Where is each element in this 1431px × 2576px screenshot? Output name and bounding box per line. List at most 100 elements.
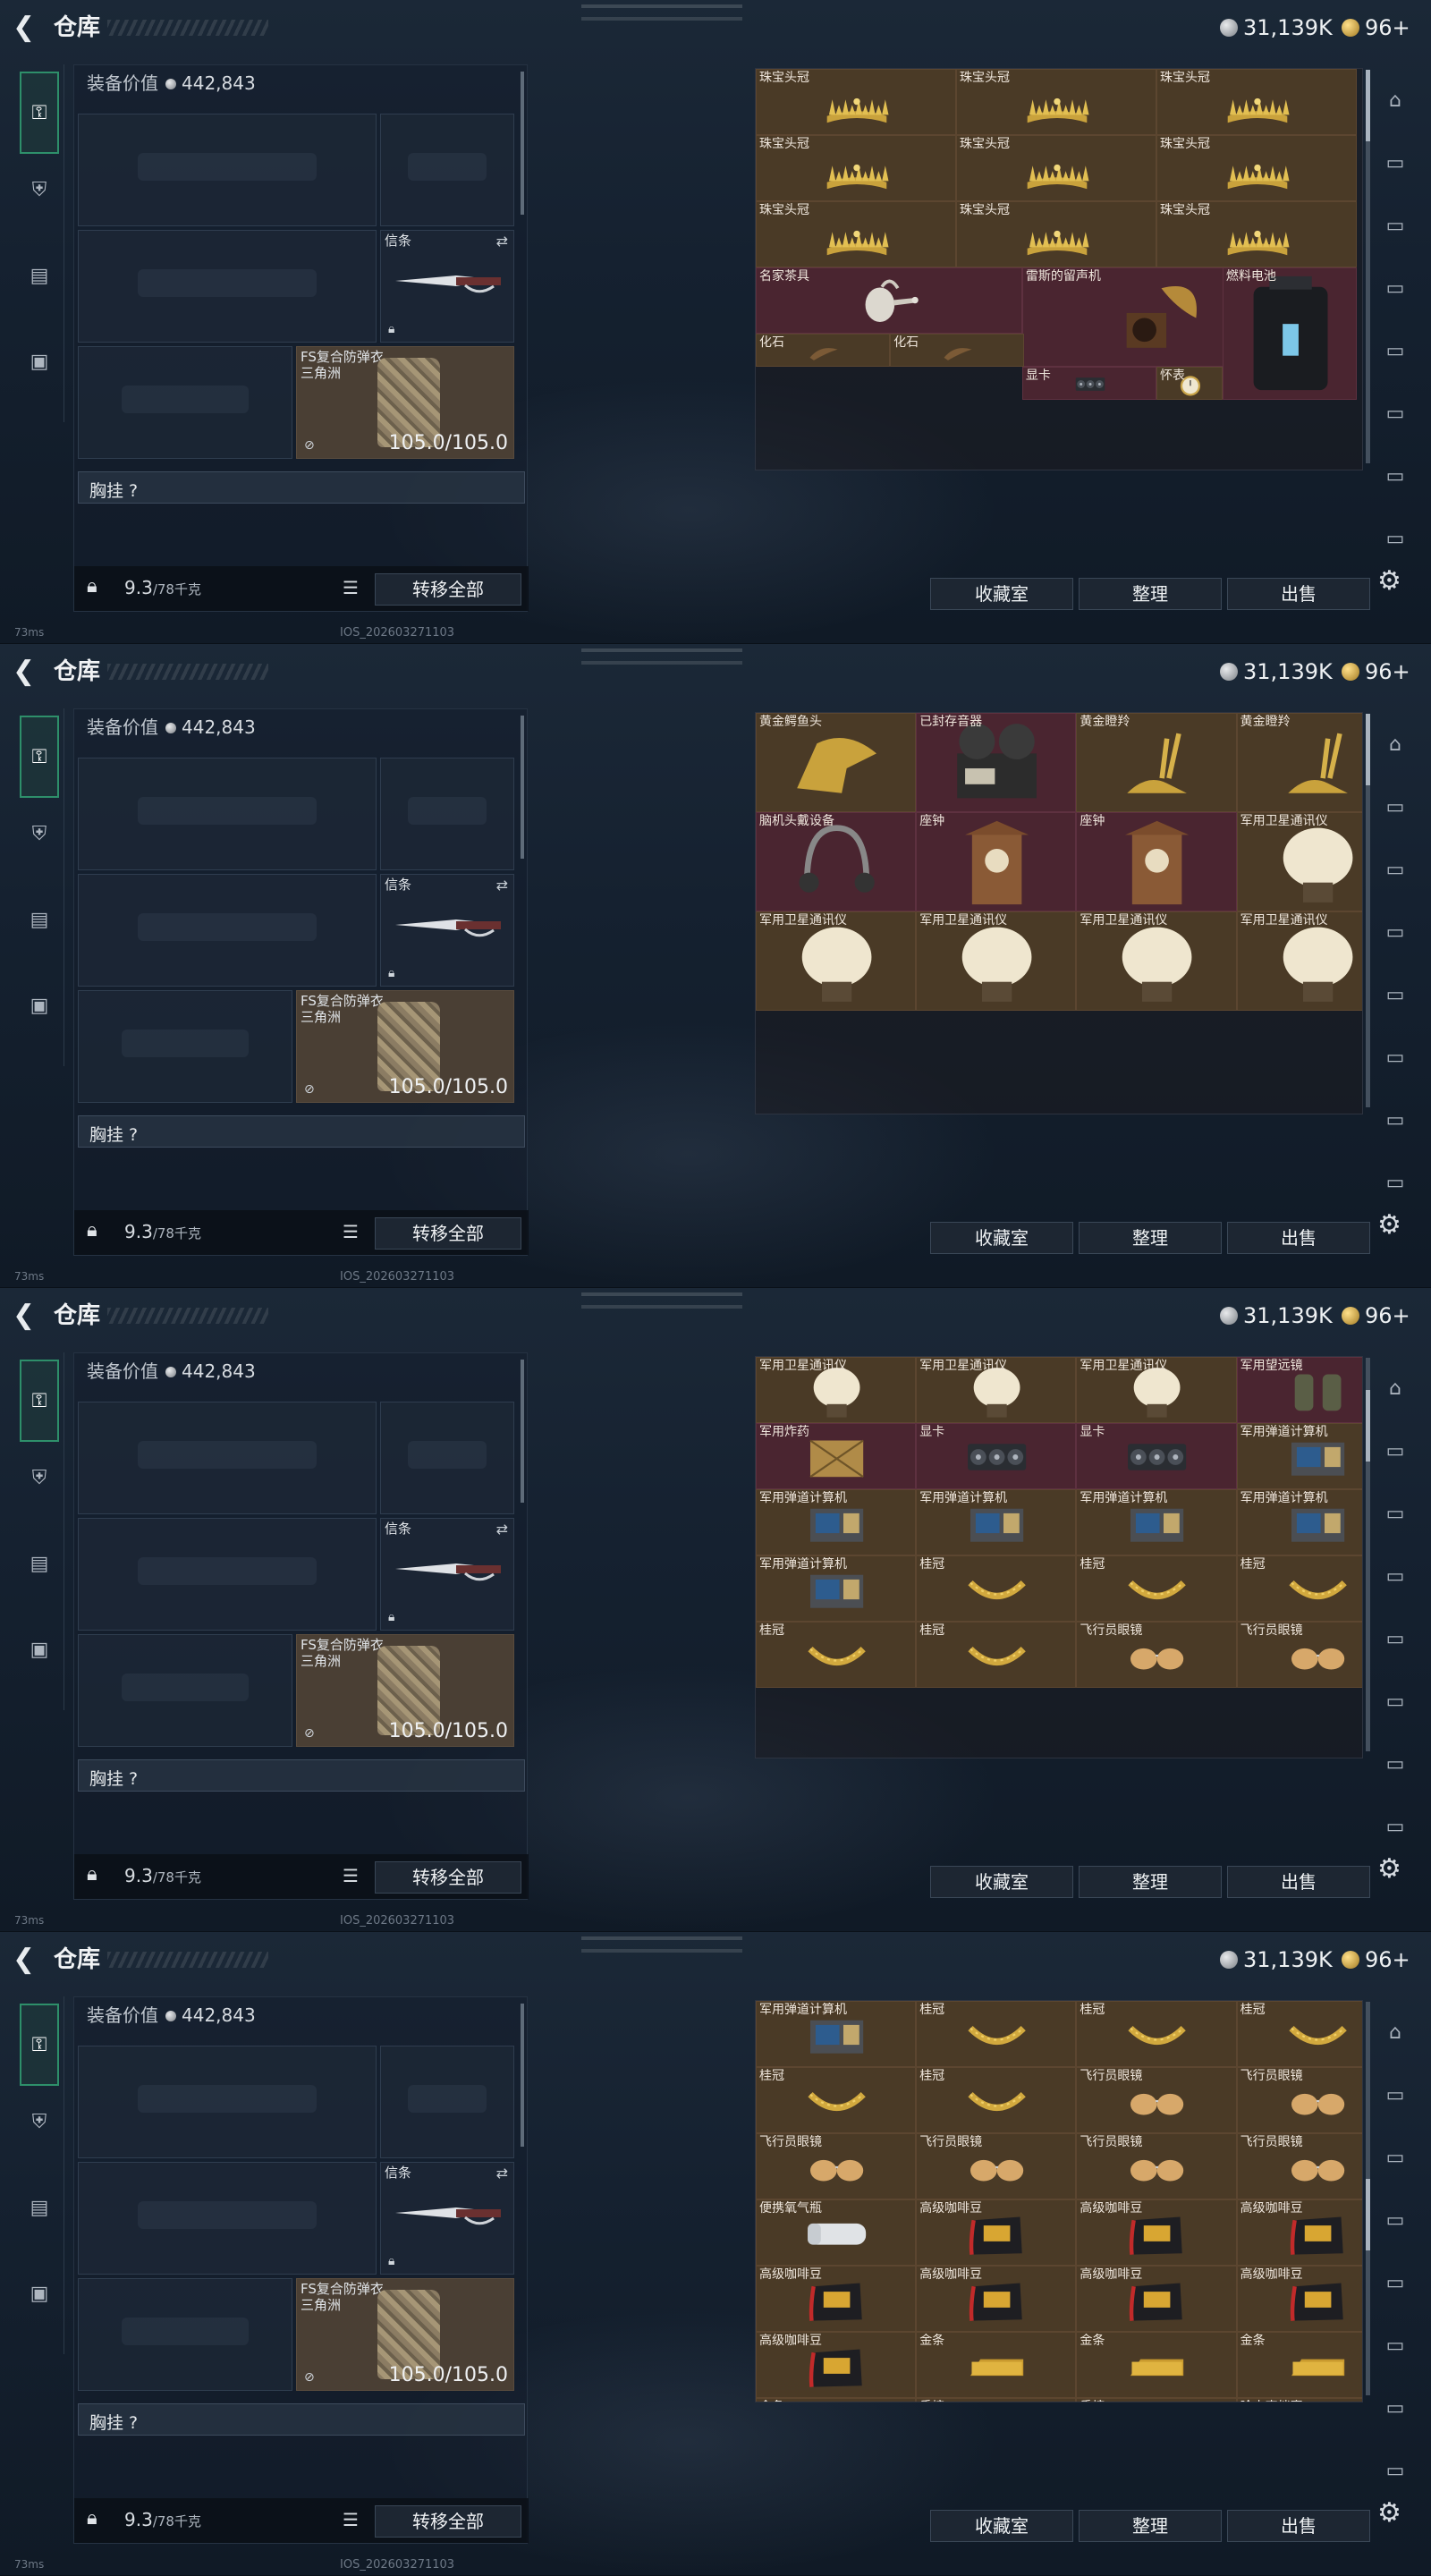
tab-6-icon[interactable]: ▭ [1377, 2390, 1413, 2426]
inventory-item[interactable]: 飞行员眼镜 [1236, 2067, 1362, 2133]
inventory-item[interactable]: 桂冠 [1076, 1555, 1237, 1622]
nav-weapon-icon[interactable]: ⚿ [20, 2004, 59, 2086]
tab-2-icon[interactable]: ▭ [1377, 2140, 1413, 2175]
list-icon[interactable]: ☰ [343, 1221, 359, 1242]
list-icon[interactable]: ☰ [343, 1865, 359, 1886]
tab-5-icon[interactable]: ▭ [1377, 1039, 1413, 1075]
nav-weapon-icon[interactable]: ⚿ [20, 716, 59, 798]
sort-button[interactable]: 整理 [1079, 1866, 1222, 1898]
transfer-all-button[interactable]: 转移全部 [375, 1861, 521, 1894]
secondary-weapon-slot[interactable] [78, 874, 377, 987]
inventory-item[interactable]: 军用弹道计算机 [756, 2001, 917, 2067]
inventory-item[interactable]: 座钟 [916, 812, 1077, 911]
nav-weapon-icon[interactable]: ⚿ [20, 72, 59, 154]
primary-weapon-slot[interactable] [78, 114, 377, 226]
tab-7-icon[interactable]: ▭ [1377, 521, 1413, 556]
tab-5-icon[interactable]: ▭ [1377, 2327, 1413, 2363]
inventory-item[interactable]: 飞行员眼镜 [756, 2133, 917, 2199]
primary-weapon-slot[interactable] [78, 758, 377, 870]
inventory-item[interactable]: 金条 [756, 2398, 917, 2402]
inventory-item[interactable]: 飞行员眼镜 [1076, 1622, 1237, 1688]
inventory-item[interactable]: 军用卫星通讯仪 [916, 1357, 1077, 1423]
sell-button[interactable]: 出售 [1227, 1866, 1370, 1898]
inventory-item[interactable]: 军用弹道计算机 [1236, 1423, 1362, 1489]
inventory-item[interactable]: 显卡 [1076, 1423, 1237, 1489]
melee-slot[interactable]: 信条 ⇄ 🔒︎ [380, 874, 514, 987]
tab-5-icon[interactable]: ▭ [1377, 1683, 1413, 1719]
collection-button[interactable]: 收藏室 [930, 578, 1073, 610]
inventory-item[interactable]: 军用弹道计算机 [756, 1489, 917, 1555]
inventory-scroll-thumb[interactable] [1366, 714, 1370, 785]
tab-1-icon[interactable]: ▭ [1377, 789, 1413, 825]
tab-3-icon[interactable]: ▭ [1377, 2202, 1413, 2238]
inventory-item[interactable]: 桂冠 [756, 1622, 917, 1688]
tab-3-icon[interactable]: ▭ [1377, 270, 1413, 306]
tab-7-icon[interactable]: ▭ [1377, 1809, 1413, 1844]
tab-2-icon[interactable]: ▭ [1377, 1496, 1413, 1531]
vault-icon[interactable]: ⌂ [1377, 1370, 1413, 1406]
vault-icon[interactable]: ⌂ [1377, 82, 1413, 118]
vault-icon[interactable]: ⌂ [1377, 2014, 1413, 2050]
tab-6-icon[interactable]: ▭ [1377, 1102, 1413, 1138]
primary-weapon-slot[interactable] [78, 2046, 377, 2158]
inventory-item[interactable]: 哈夫克档案 [1236, 2398, 1362, 2402]
chest-rig-slot[interactable]: 胸挂 ? [78, 1115, 525, 1148]
inventory-item[interactable]: 高级咖啡豆 [1076, 2199, 1237, 2266]
gold-currency[interactable]: 96+ [1342, 1946, 1410, 1973]
helmet-slot[interactable] [78, 2278, 292, 2391]
inventory-item[interactable]: 怀表 [1156, 367, 1223, 400]
list-icon[interactable]: ☰ [343, 577, 359, 598]
tab-3-icon[interactable]: ▭ [1377, 914, 1413, 950]
collection-button[interactable]: 收藏室 [930, 2510, 1073, 2542]
melee-slot[interactable]: 信条 ⇄ 🔒︎ [380, 2162, 514, 2275]
sidearm-slot[interactable] [380, 2046, 514, 2158]
nav-armor-icon[interactable]: ⛨ [20, 814, 59, 853]
tab-4-icon[interactable]: ▭ [1377, 2265, 1413, 2301]
tab-1-icon[interactable]: ▭ [1377, 1433, 1413, 1469]
inventory-item[interactable]: 脑机头戴设备 [756, 812, 917, 911]
swap-icon[interactable]: ⇄ [496, 877, 508, 894]
sort-button[interactable]: 整理 [1079, 578, 1222, 610]
inventory-item[interactable]: 珠宝头冠 [956, 69, 1156, 135]
primary-weapon-slot[interactable] [78, 1402, 377, 1514]
inventory-scrollbar[interactable] [1366, 70, 1370, 463]
inventory-item[interactable]: 飞行员眼镜 [1076, 2133, 1237, 2199]
inventory-item[interactable]: 金条 [1076, 2332, 1237, 2398]
inventory-item[interactable]: 军用弹道计算机 [1076, 1489, 1237, 1555]
inventory-scroll-thumb[interactable] [1366, 2179, 1370, 2250]
tab-3-icon[interactable]: ▭ [1377, 1558, 1413, 1594]
tab-1-icon[interactable]: ▭ [1377, 145, 1413, 181]
armor-slot[interactable]: FS复合防弹衣 三角洲 ⊘ 105.0/105.0 [296, 346, 514, 459]
inventory-item[interactable]: 军用卫星通讯仪 [1236, 911, 1362, 1011]
inventory-item[interactable]: 高级咖啡豆 [1236, 2266, 1362, 2332]
gear-icon[interactable]: ⚙ [1377, 1853, 1401, 1885]
inventory-scroll-thumb[interactable] [1366, 1390, 1370, 1462]
inventory-item[interactable]: 显卡 [916, 1423, 1077, 1489]
tab-6-icon[interactable]: ▭ [1377, 458, 1413, 494]
nav-armor-icon[interactable]: ⛨ [20, 170, 59, 209]
tab-2-icon[interactable]: ▭ [1377, 208, 1413, 243]
inventory-item[interactable]: 黄金瞪羚 [1236, 713, 1362, 812]
nav-case-icon[interactable]: ▣ [20, 2274, 59, 2313]
inventory-item[interactable]: 珠宝头冠 [756, 201, 956, 267]
inventory-item[interactable]: 桂冠 [1236, 2001, 1362, 2067]
back-arrow-icon[interactable]: ❮ [13, 13, 35, 43]
gear-icon[interactable]: ⚙ [1377, 565, 1401, 597]
inventory-item[interactable]: 高级咖啡豆 [1236, 2199, 1362, 2266]
gear-icon[interactable]: ⚙ [1377, 1209, 1401, 1241]
back-arrow-icon[interactable]: ❮ [13, 1945, 35, 1975]
transfer-all-button[interactable]: 转移全部 [375, 1217, 521, 1250]
inventory-item[interactable]: 名家茶具 [756, 267, 1022, 334]
transfer-all-button[interactable]: 转移全部 [375, 573, 521, 606]
chest-rig-slot[interactable]: 胸挂 ? [78, 1759, 525, 1792]
tab-1-icon[interactable]: ▭ [1377, 2077, 1413, 2113]
inventory-scrollbar[interactable] [1366, 2002, 1370, 2395]
sidearm-slot[interactable] [380, 114, 514, 226]
nav-backpack-icon[interactable]: ▤ [20, 1544, 59, 1583]
inventory-item[interactable]: 珠宝头冠 [1156, 135, 1357, 201]
armor-slot[interactable]: FS复合防弹衣 三角洲 ⊘ 105.0/105.0 [296, 990, 514, 1103]
nav-armor-icon[interactable]: ⛨ [20, 2102, 59, 2141]
list-icon[interactable]: ☰ [343, 2509, 359, 2530]
back-arrow-icon[interactable]: ❮ [13, 657, 35, 687]
inventory-item[interactable]: 桂冠 [916, 2001, 1077, 2067]
